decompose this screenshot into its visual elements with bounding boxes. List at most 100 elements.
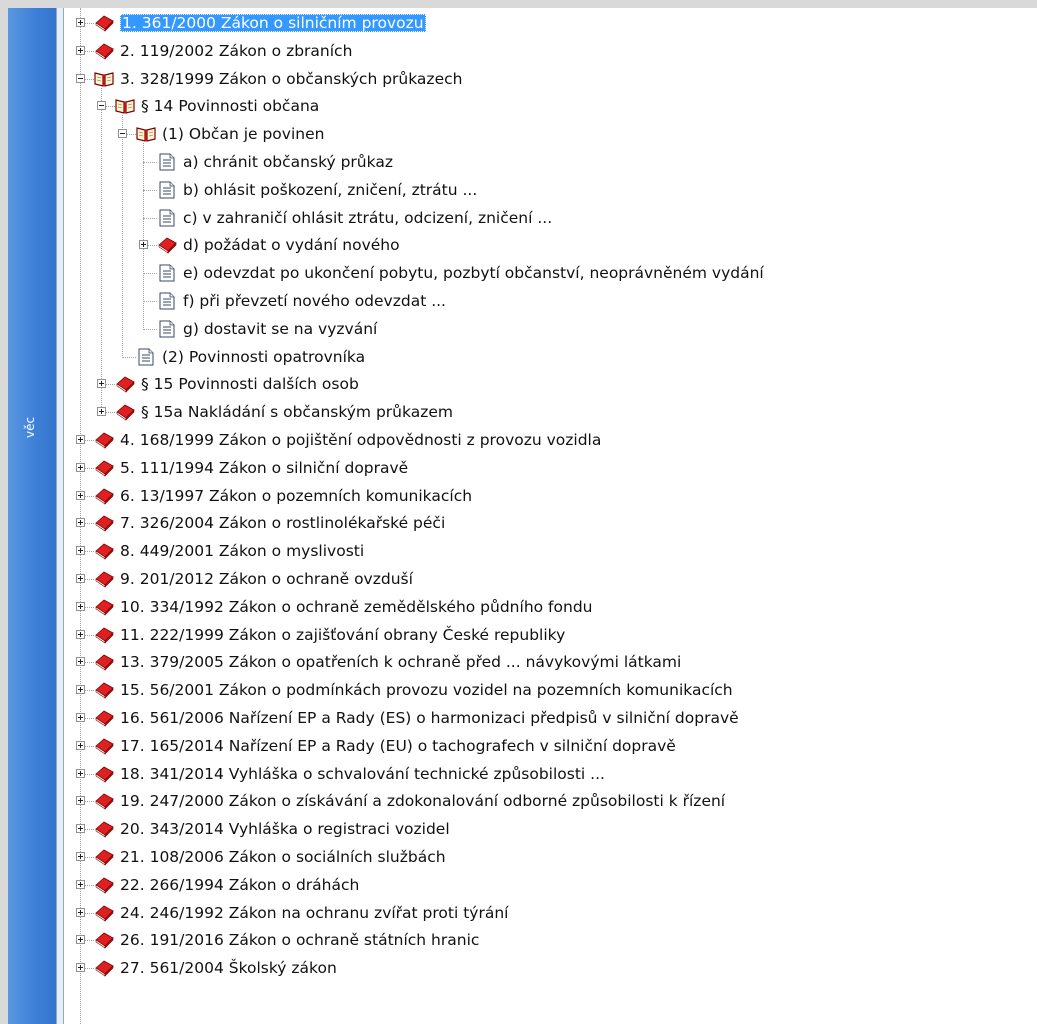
tree-node-label[interactable]: 16. 561/2006 Nařízení EP a Rady (ES) o h… — [120, 709, 739, 727]
tree-node-label[interactable]: 24. 246/1992 Zákon na ochranu zvířat pro… — [120, 904, 508, 922]
tree-node-label[interactable]: (2) Povinnosti opatrovníka — [162, 348, 365, 366]
tree-node-label[interactable]: 17. 165/2014 Nařízení EP a Rady (EU) o t… — [120, 737, 676, 755]
expand-node-toggle[interactable] — [139, 240, 148, 250]
expand-node-toggle[interactable] — [76, 907, 85, 917]
tree-node[interactable]: a) chránit občanský průkaz — [64, 149, 1037, 176]
tree-node-label[interactable]: 11. 222/1999 Zákon o zajišťování obrany … — [120, 626, 565, 644]
tree-node[interactable]: 27. 561/2004 Školský zákon — [64, 955, 1037, 982]
collapse-node-toggle[interactable] — [118, 129, 127, 139]
tree-node-label[interactable]: 21. 108/2006 Zákon o sociálních službách — [120, 848, 446, 866]
expand-node-toggle[interactable] — [76, 574, 85, 583]
tree-node-label[interactable]: 22. 266/1994 Zákon o dráhách — [120, 876, 359, 894]
tree-node[interactable]: 13. 379/2005 Zákon o opatřeních k ochran… — [64, 649, 1037, 676]
tree-node[interactable]: 6. 13/1997 Zákon o pozemních komunikacíc… — [64, 483, 1037, 510]
expand-node-toggle[interactable] — [76, 713, 85, 722]
expand-node-toggle[interactable] — [76, 685, 85, 695]
tree-node-label[interactable]: 3. 328/1999 Zákon o občanských průkazech — [120, 70, 462, 88]
collapse-node-toggle[interactable] — [76, 73, 85, 83]
tree-node-label[interactable]: 26. 191/2016 Zákon o ochraně státních hr… — [120, 931, 479, 949]
tree-node[interactable]: 24. 246/1992 Zákon na ochranu zvířat pro… — [64, 900, 1037, 927]
expand-node-toggle[interactable] — [76, 518, 85, 528]
tree-node-label[interactable]: § 15 Povinnosti dalších osob — [141, 375, 359, 393]
tree-node[interactable]: 11. 222/1999 Zákon o zajišťování obrany … — [64, 622, 1037, 649]
tree-node[interactable]: 7. 326/2004 Zákon o rostlinolékařské péč… — [64, 510, 1037, 537]
expand-node-toggle[interactable] — [76, 601, 85, 611]
tree-node[interactable]: 9. 201/2012 Zákon o ochraně ovzduší — [64, 566, 1037, 593]
tree-node[interactable]: 4. 168/1999 Zákon o pojištění odpovědnos… — [64, 427, 1037, 454]
side-tab-vec[interactable]: věc — [8, 8, 56, 1024]
expand-node-toggle[interactable] — [76, 435, 85, 444]
tree-node-label[interactable]: d) požádat o vydání nového — [183, 236, 400, 254]
tree-node-label[interactable]: 8. 449/2001 Zákon o myslivosti — [120, 542, 364, 560]
tree-node[interactable]: 22. 266/1994 Zákon o dráhách — [64, 872, 1037, 899]
expand-node-toggle[interactable] — [76, 768, 85, 778]
tree-node[interactable]: f) při převzetí nového odevzdat ... — [64, 288, 1037, 315]
tree-node[interactable]: d) požádat o vydání nového — [64, 232, 1037, 259]
expand-node-toggle[interactable] — [76, 879, 85, 889]
tree-node-label[interactable]: 15. 56/2001 Zákon o podmínkách provozu v… — [120, 681, 733, 699]
tree-node-label[interactable]: 6. 13/1997 Zákon o pozemních komunikacíc… — [120, 487, 472, 505]
expand-node-toggle[interactable] — [97, 407, 106, 417]
tree-node-label[interactable]: 27. 561/2004 Školský zákon — [120, 959, 337, 977]
tree-node[interactable]: c) v zahraničí ohlásit ztrátu, odcizení,… — [64, 205, 1037, 232]
expand-node-toggle[interactable] — [76, 629, 85, 639]
tree-node[interactable]: § 15a Nakládání s občanským průkazem — [64, 399, 1037, 426]
tree-node[interactable]: 26. 191/2016 Zákon o ochraně státních hr… — [64, 927, 1037, 954]
expand-node-toggle[interactable] — [76, 490, 85, 500]
tree-node-label[interactable]: 2. 119/2002 Zákon o zbraních — [120, 42, 352, 60]
tree-node-label[interactable]: § 15a Nakládání s občanským průkazem — [141, 403, 453, 421]
expand-node-toggle[interactable] — [97, 379, 106, 389]
tree-node[interactable]: 20. 343/2014 Vyhláška o registraci vozid… — [64, 816, 1037, 843]
tree-node[interactable]: § 15 Povinnosti dalších osob — [64, 371, 1037, 398]
tree-node[interactable]: b) ohlásit poškození, zničení, ztrátu ..… — [64, 177, 1037, 204]
tree-node[interactable]: 19. 247/2000 Zákon o získávání a zdokona… — [64, 788, 1037, 815]
tree-node[interactable]: 2. 119/2002 Zákon o zbraních — [64, 38, 1037, 65]
tree-node[interactable]: § 14 Povinnosti občana — [64, 93, 1037, 120]
tree-node[interactable]: 1. 361/2000 Zákon o silničním provozu — [64, 10, 1037, 37]
tree-node-label[interactable]: 19. 247/2000 Zákon o získávání a zdokona… — [120, 792, 725, 810]
expand-node-toggle[interactable] — [76, 45, 85, 55]
tree-node-label[interactable]: 4. 168/1999 Zákon o pojištění odpovědnos… — [120, 431, 601, 449]
tree-node[interactable]: e) odevzdat po ukončení pobytu, pozbytí … — [64, 260, 1037, 287]
tree-node-label[interactable]: c) v zahraničí ohlásit ztrátu, odcizení,… — [183, 209, 552, 227]
tree-node[interactable]: 3. 328/1999 Zákon o občanských průkazech — [64, 66, 1037, 93]
tree-node-label[interactable]: § 14 Povinnosti občana — [141, 97, 319, 115]
tree-node-label[interactable]: f) při převzetí nového odevzdat ... — [183, 292, 446, 310]
tree-node-label[interactable]: 5. 111/1994 Zákon o silniční dopravě — [120, 459, 408, 477]
tree-node[interactable]: 16. 561/2006 Nařízení EP a Rady (ES) o h… — [64, 705, 1037, 732]
tree-node-label[interactable]: 7. 326/2004 Zákon o rostlinolékařské péč… — [120, 514, 445, 532]
tree-node-label[interactable]: g) dostavit se na vyzvání — [183, 320, 377, 338]
tree-node[interactable]: 18. 341/2014 Vyhláška o schvalování tech… — [64, 761, 1037, 788]
tree-node[interactable]: (1) Občan je povinen — [64, 121, 1037, 148]
expand-node-toggle[interactable] — [76, 462, 85, 472]
tree-node-label[interactable]: a) chránit občanský průkaz — [183, 153, 393, 171]
expand-node-toggle[interactable] — [76, 824, 85, 834]
tree-node[interactable]: 21. 108/2006 Zákon o sociálních službách — [64, 844, 1037, 871]
tree-node-label[interactable]: (1) Občan je povinen — [162, 125, 324, 143]
tree-node-label[interactable]: 13. 379/2005 Zákon o opatřeních k ochran… — [120, 653, 681, 671]
law-tree-view[interactable]: 1. 361/2000 Zákon o silničním provozu 2. … — [64, 8, 1037, 1024]
tree-node[interactable]: g) dostavit se na vyzvání — [64, 316, 1037, 343]
expand-node-toggle[interactable] — [76, 852, 85, 861]
tree-node[interactable]: 8. 449/2001 Zákon o myslivosti — [64, 538, 1037, 565]
expand-node-toggle[interactable] — [76, 740, 85, 750]
tree-node[interactable]: (2) Povinnosti opatrovníka — [64, 344, 1037, 371]
expand-node-toggle[interactable] — [76, 935, 85, 945]
expand-node-toggle[interactable] — [76, 657, 85, 667]
expand-node-toggle[interactable] — [76, 546, 85, 556]
tree-node-label[interactable]: 9. 201/2012 Zákon o ochraně ovzduší — [120, 570, 413, 588]
expand-node-toggle[interactable] — [76, 963, 85, 973]
tree-node[interactable]: 15. 56/2001 Zákon o podmínkách provozu v… — [64, 677, 1037, 704]
tree-node[interactable]: 10. 334/1992 Zákon o ochraně zemědělskéh… — [64, 594, 1037, 621]
expand-node-toggle[interactable] — [76, 796, 85, 806]
tree-node-label[interactable]: 20. 343/2014 Vyhláška o registraci vozid… — [120, 820, 450, 838]
tree-node-label[interactable]: 18. 341/2014 Vyhláška o schvalování tech… — [120, 765, 605, 783]
tree-node-label[interactable]: b) ohlásit poškození, zničení, ztrátu ..… — [183, 181, 477, 199]
tree-node-label[interactable]: e) odevzdat po ukončení pobytu, pozbytí … — [183, 264, 764, 282]
tree-node-label[interactable]: 10. 334/1992 Zákon o ochraně zemědělskéh… — [120, 598, 592, 616]
expand-node-toggle[interactable] — [76, 18, 85, 27]
collapse-node-toggle[interactable] — [97, 101, 106, 111]
tree-node[interactable]: 5. 111/1994 Zákon o silniční dopravě — [64, 455, 1037, 482]
tree-node[interactable]: 17. 165/2014 Nařízení EP a Rady (EU) o t… — [64, 733, 1037, 760]
tree-node-label[interactable]: 1. 361/2000 Zákon o silničním provozu — [120, 14, 426, 32]
